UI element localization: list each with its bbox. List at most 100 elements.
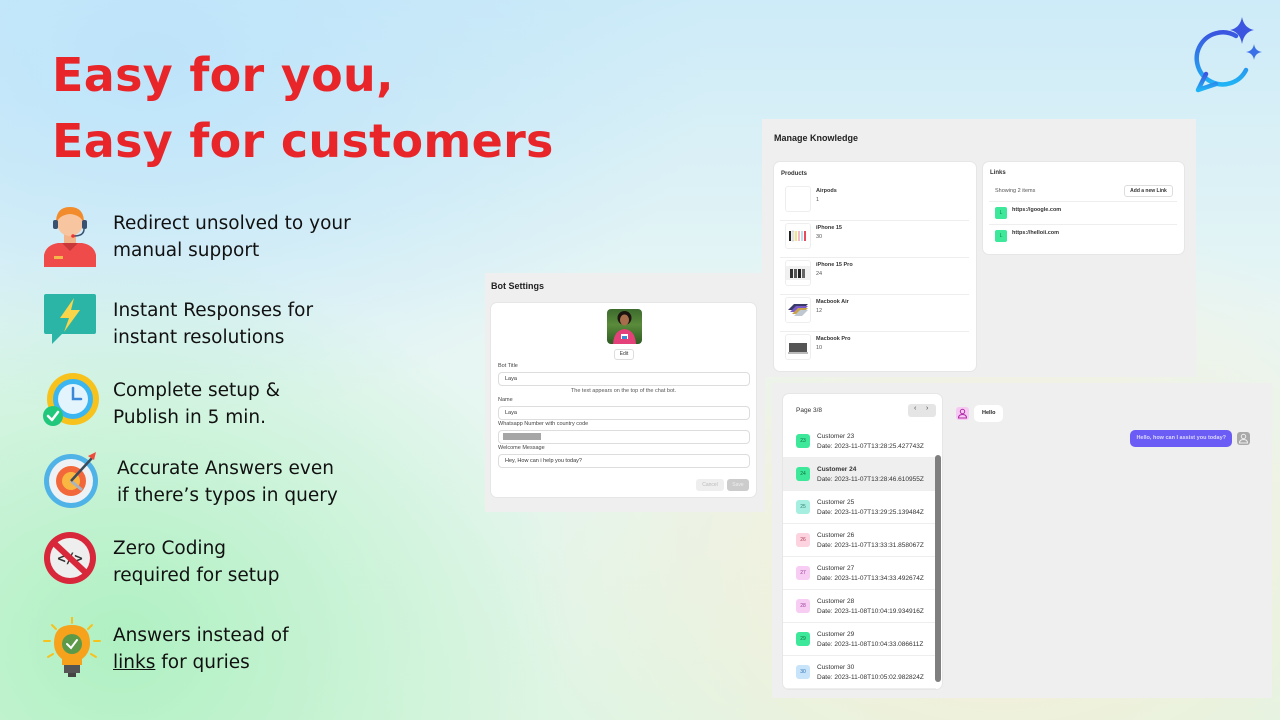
product-count: 10 bbox=[816, 345, 823, 351]
conversation-item[interactable]: 24 Customer 24 Date: 2023-11-07T13:28:46.6… bbox=[783, 458, 936, 491]
bot-settings-card: Edit Bot Title Laya The text appears on … bbox=[491, 303, 756, 497]
chat-view: Hello Hello, how can I assist you today? bbox=[950, 399, 1254, 681]
feature-item: Redirect unsolved to your manual support bbox=[42, 205, 372, 267]
incoming-message: Hello bbox=[974, 405, 1004, 422]
link-url[interactable]: https://google.com bbox=[1012, 207, 1061, 213]
whatsapp-input[interactable] bbox=[498, 430, 750, 444]
conversations-panel: Page 3/8 ‹ › 23 Customer 23 Date: 2023-11-… bbox=[772, 383, 1272, 698]
conversation-badge: 25 bbox=[796, 500, 810, 514]
next-page-button[interactable]: › bbox=[926, 405, 928, 412]
conversation-badge: 30 bbox=[796, 665, 810, 679]
product-count: 30 bbox=[816, 234, 823, 240]
conversation-date: Date: 2023-11-07T13:28:46.610955Z bbox=[817, 476, 924, 483]
link-badge: L bbox=[995, 230, 1007, 242]
whatsapp-label: Whatsapp Number with country code bbox=[498, 421, 589, 427]
link-url[interactable]: https://helloii.com bbox=[1012, 230, 1059, 236]
product-item[interactable]: Macbook Air 12 bbox=[780, 295, 969, 332]
page-indicator: Page 3/8 bbox=[796, 407, 823, 414]
conversation-badge: 27 bbox=[796, 566, 810, 580]
name-input[interactable]: Laya bbox=[498, 406, 750, 420]
conversation-date: Date: 2023-11-07T13:29:25.139484Z bbox=[817, 509, 924, 516]
product-image bbox=[785, 186, 811, 212]
customer-name: Customer 23 bbox=[817, 433, 855, 440]
panel-title: Manage Knowledge bbox=[774, 133, 859, 143]
feature-item: Accurate Answers even if there’s typos i… bbox=[42, 450, 372, 510]
conversation-item[interactable]: 27 Customer 27 Date: 2023-11-07T13:34:33.4… bbox=[783, 557, 936, 590]
product-name: Airpods bbox=[816, 188, 837, 194]
redacted-value bbox=[503, 433, 541, 441]
feature-text: Zero Coding required for setup bbox=[113, 538, 280, 586]
product-image bbox=[785, 260, 811, 286]
target-icon bbox=[42, 450, 102, 510]
feature-item: Answers instead of links for quries bbox=[42, 616, 372, 677]
support-agent-icon bbox=[42, 205, 102, 267]
customer-name: Customer 24 bbox=[817, 466, 857, 473]
feature-text: Redirect unsolved to your manual support bbox=[113, 213, 351, 261]
product-item[interactable]: Macbook Pro 10 bbox=[780, 332, 969, 369]
bot-title-hint: The text appears on the top of the chat … bbox=[570, 388, 677, 394]
bot-avatar[interactable] bbox=[607, 309, 642, 344]
conversation-item[interactable]: 25 Customer 25 Date: 2023-11-07T13:29:25.1… bbox=[783, 491, 936, 524]
welcome-input[interactable]: Hey, How can i help you today? bbox=[498, 454, 750, 468]
conversation-badge: 26 bbox=[796, 533, 810, 547]
add-link-button[interactable]: Add a new Link bbox=[1124, 185, 1173, 197]
feature-item: </> Zero Coding required for setup bbox=[42, 530, 372, 590]
links-text: links bbox=[113, 652, 156, 673]
feature-text: Complete setup & Publish in 5 min. bbox=[113, 380, 281, 428]
outgoing-message: Hello, how can I assist you today? bbox=[1130, 430, 1232, 447]
product-count: 1 bbox=[816, 197, 820, 203]
conversation-item[interactable]: 30 Customer 30 Date: 2023-11-08T10:05:02.9… bbox=[783, 656, 936, 689]
link-item[interactable]: Lhttps://google.com bbox=[989, 201, 1177, 224]
prev-page-button[interactable]: ‹ bbox=[914, 405, 916, 412]
save-button[interactable]: Save bbox=[727, 479, 749, 491]
conversation-item[interactable]: 28 Customer 28 Date: 2023-11-08T10:04:19.9… bbox=[783, 590, 936, 623]
products-heading: Products bbox=[781, 171, 808, 177]
bot-title-input[interactable]: Laya bbox=[498, 372, 750, 386]
chat-sparkle-icon bbox=[1186, 14, 1268, 96]
conversation-item[interactable]: 23 Customer 23 Date: 2023-11-07T13:28:25.4… bbox=[783, 425, 936, 458]
product-name: Macbook Air bbox=[816, 299, 849, 305]
feature-item: Instant Responses for instant resolution… bbox=[42, 292, 372, 352]
cancel-button[interactable]: Cancel bbox=[696, 479, 724, 491]
conversation-date: Date: 2023-11-08T10:05:02.982824Z bbox=[817, 674, 924, 681]
customer-name: Customer 25 bbox=[817, 499, 855, 506]
product-name: iPhone 15 Pro bbox=[816, 262, 853, 268]
lightning-chat-icon bbox=[42, 292, 102, 352]
product-name: Macbook Pro bbox=[816, 336, 851, 342]
feature-item: Complete setup & Publish in 5 min. bbox=[42, 372, 372, 432]
product-name: iPhone 15 bbox=[816, 225, 842, 231]
link-item[interactable]: Lhttps://helloii.com bbox=[989, 224, 1177, 247]
product-count: 12 bbox=[816, 308, 823, 314]
customer-name: Customer 29 bbox=[817, 631, 855, 638]
products-card: Products Airpods 1 iPhone 15 30 iPhone 15 Pr… bbox=[774, 162, 976, 371]
product-item[interactable]: Airpods 1 bbox=[780, 184, 969, 221]
product-item[interactable]: iPhone 15 30 bbox=[780, 221, 969, 258]
product-image bbox=[785, 297, 811, 323]
conversation-date: Date: 2023-11-07T13:33:31.858067Z bbox=[817, 542, 924, 549]
conversation-date: Date: 2023-11-08T10:04:33.086611Z bbox=[817, 641, 924, 648]
conversation-date: Date: 2023-11-07T13:34:33.492674Z bbox=[817, 575, 924, 582]
conversation-badge: 24 bbox=[796, 467, 810, 481]
customer-name: Customer 26 bbox=[817, 532, 855, 539]
conversation-badge: 29 bbox=[796, 632, 810, 646]
headline: Easy for you, Easy for customers bbox=[52, 42, 554, 174]
product-item[interactable]: iPhone 15 Pro 24 bbox=[780, 258, 969, 295]
conversation-date: Date: 2023-11-08T10:04:19.934916Z bbox=[817, 608, 924, 615]
customer-name: Customer 30 bbox=[817, 664, 855, 671]
edit-avatar-button[interactable]: Edit bbox=[614, 349, 634, 360]
links-card: Links Showing 2 items Add a new Link Lht… bbox=[983, 162, 1184, 254]
product-count: 24 bbox=[816, 271, 823, 277]
user-icon bbox=[956, 407, 969, 420]
conversation-date: Date: 2023-11-07T13:28:25.427743Z bbox=[817, 443, 924, 450]
conversation-badge: 28 bbox=[796, 599, 810, 613]
conversation-list: Page 3/8 ‹ › 23 Customer 23 Date: 2023-11-… bbox=[783, 394, 942, 689]
name-label: Name bbox=[498, 397, 513, 403]
conversation-item[interactable]: 26 Customer 26 Date: 2023-11-07T13:33:31.8… bbox=[783, 524, 936, 557]
customer-name: Customer 28 bbox=[817, 598, 855, 605]
conversation-scrollbar[interactable] bbox=[935, 455, 941, 682]
bot-title-label: Bot Title bbox=[498, 363, 518, 369]
welcome-label: Welcome Message bbox=[498, 445, 545, 451]
conversation-item[interactable]: 29 Customer 29 Date: 2023-11-08T10:04:33.0… bbox=[783, 623, 936, 656]
clock-check-icon bbox=[42, 372, 102, 432]
conversation-badge: 23 bbox=[796, 434, 810, 448]
